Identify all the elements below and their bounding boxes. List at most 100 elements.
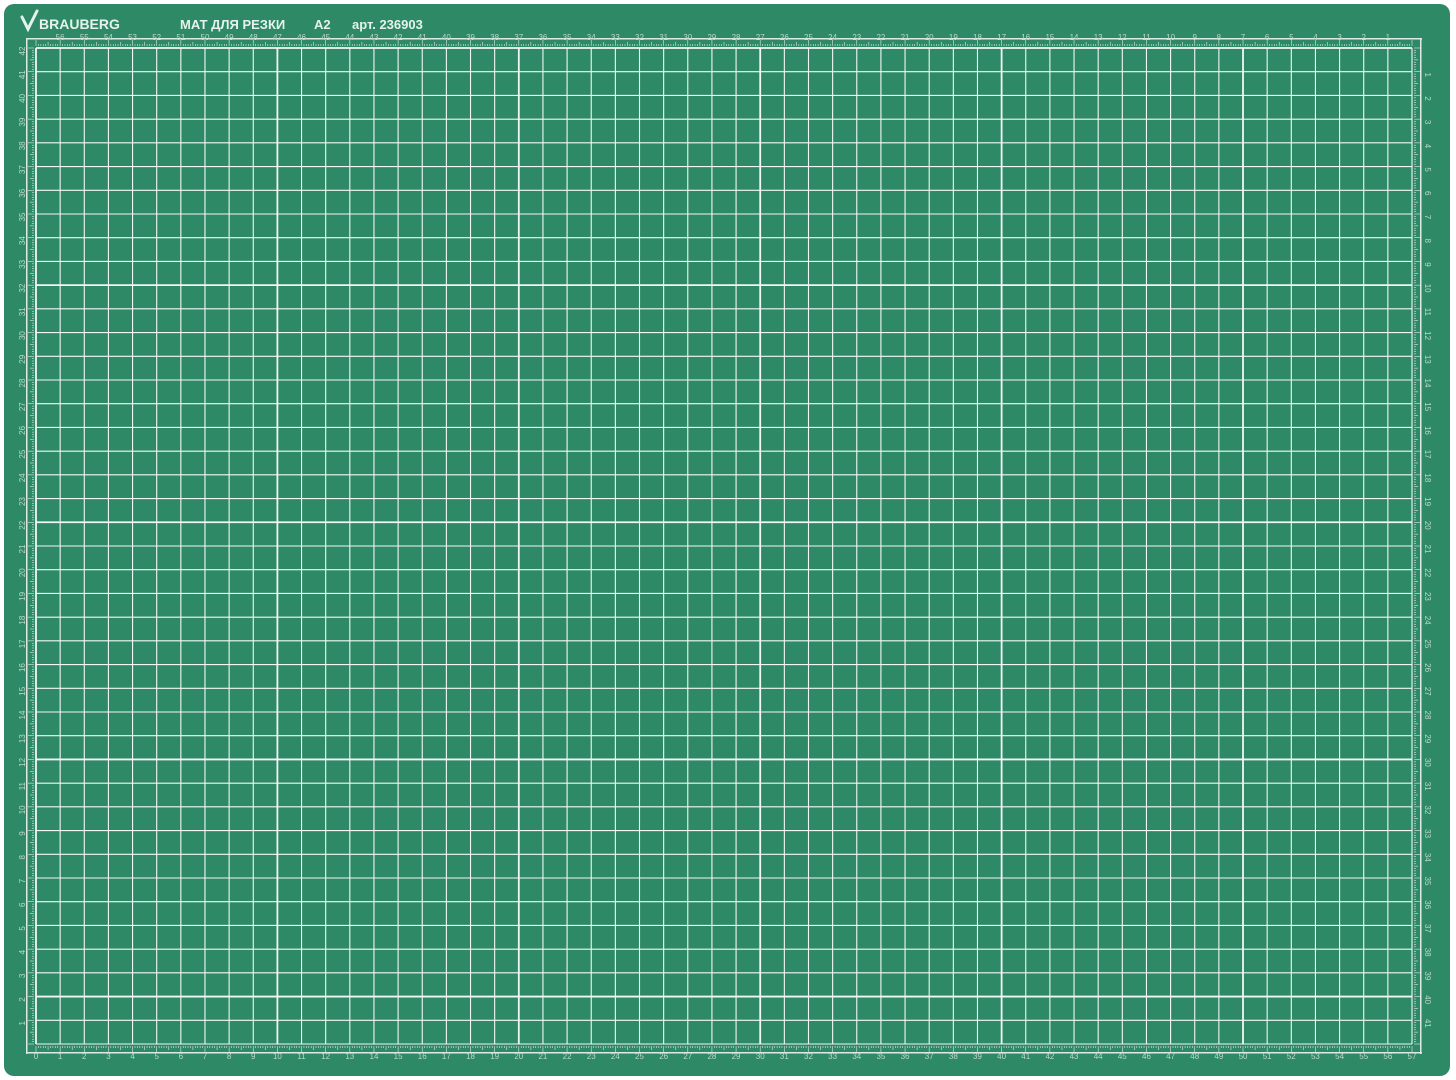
ruler-number-bottom: 52 bbox=[1287, 1052, 1296, 1061]
ruler-number-left: 37 bbox=[18, 165, 27, 174]
ruler-number-right: 7 bbox=[1423, 215, 1432, 220]
ruler-number-bottom: 48 bbox=[1190, 1052, 1199, 1061]
ruler-number-top: 13 bbox=[1094, 33, 1103, 42]
ruler-number-left: 4 bbox=[18, 949, 27, 954]
ruler-number-top: 30 bbox=[683, 33, 692, 42]
ruler-number-left: 10 bbox=[18, 805, 27, 814]
ruler-number-bottom: 36 bbox=[901, 1052, 910, 1061]
ruler-number-left: 21 bbox=[18, 544, 27, 553]
ruler-number-left: 24 bbox=[18, 473, 27, 482]
ruler-number-right: 1 bbox=[1423, 72, 1432, 77]
ruler-number-bottom: 21 bbox=[538, 1052, 547, 1061]
ruler-number-top: 21 bbox=[901, 33, 910, 42]
ruler-number-right: 18 bbox=[1423, 473, 1432, 482]
ruler-number-right: 40 bbox=[1423, 995, 1432, 1004]
ruler-number-bottom: 2 bbox=[82, 1052, 87, 1061]
ruler-number-top: 29 bbox=[707, 33, 716, 42]
ruler-number-left: 19 bbox=[18, 591, 27, 600]
ruler-number-bottom: 4 bbox=[130, 1052, 135, 1061]
ruler-number-top: 8 bbox=[1217, 33, 1222, 42]
ruler-number-bottom: 24 bbox=[611, 1052, 620, 1061]
ruler-number-left: 26 bbox=[18, 425, 27, 434]
ruler-number-bottom: 3 bbox=[106, 1052, 111, 1061]
ruler-number-right: 16 bbox=[1423, 426, 1432, 435]
ruler-number-bottom: 20 bbox=[514, 1052, 523, 1061]
ruler-number-left: 39 bbox=[18, 117, 27, 126]
ruler-number-left: 30 bbox=[18, 331, 27, 340]
ruler-number-left: 2 bbox=[18, 997, 27, 1002]
ruler-number-top: 36 bbox=[538, 33, 547, 42]
ruler-number-right: 31 bbox=[1423, 782, 1432, 791]
ruler-number-left: 25 bbox=[18, 449, 27, 458]
ruler-number-bottom: 11 bbox=[297, 1052, 306, 1061]
ruler-number-left: 14 bbox=[18, 710, 27, 719]
ruler-number-right: 21 bbox=[1423, 545, 1432, 554]
ruler-number-left: 9 bbox=[18, 831, 27, 836]
ruler-number-top: 2 bbox=[1361, 33, 1366, 42]
ruler-number-top: 24 bbox=[828, 33, 837, 42]
ruler-number-bottom: 41 bbox=[1021, 1052, 1030, 1061]
ruler-number-top: 48 bbox=[249, 33, 258, 42]
ruler-number-bottom: 5 bbox=[154, 1052, 159, 1061]
ruler-number-bottom: 0 bbox=[34, 1052, 39, 1061]
ruler-number-left: 16 bbox=[18, 663, 27, 672]
ruler-number-right: 4 bbox=[1423, 144, 1432, 149]
ruler-number-bottom: 49 bbox=[1214, 1052, 1223, 1061]
ruler-number-bottom: 57 bbox=[1408, 1052, 1417, 1061]
ruler-number-right: 30 bbox=[1423, 758, 1432, 767]
ruler-number-right: 23 bbox=[1423, 592, 1432, 601]
ruler-number-left: 18 bbox=[18, 615, 27, 624]
ruler-number-right: 10 bbox=[1423, 284, 1432, 293]
ruler-number-top: 54 bbox=[104, 33, 113, 42]
ruler-number-right: 15 bbox=[1423, 402, 1432, 411]
ruler-number-top: 53 bbox=[128, 33, 137, 42]
ruler-number-bottom: 14 bbox=[370, 1052, 379, 1061]
ruler-number-right: 6 bbox=[1423, 191, 1432, 196]
mat-body bbox=[4, 4, 1450, 1076]
ruler-number-right: 35 bbox=[1423, 877, 1432, 886]
ruler-number-left: 12 bbox=[18, 757, 27, 766]
ruler-number-top: 20 bbox=[925, 33, 934, 42]
ruler-number-top: 39 bbox=[466, 33, 475, 42]
ruler-number-top: 46 bbox=[297, 33, 306, 42]
ruler-number-bottom: 26 bbox=[659, 1052, 668, 1061]
ruler-number-right: 11 bbox=[1423, 308, 1432, 317]
ruler-number-top: 12 bbox=[1118, 33, 1127, 42]
ruler-number-right: 20 bbox=[1423, 521, 1432, 530]
ruler-number-top: 11 bbox=[1142, 33, 1151, 42]
ruler-number-left: 8 bbox=[18, 855, 27, 860]
ruler-number-right: 24 bbox=[1423, 616, 1432, 625]
ruler-number-right: 2 bbox=[1423, 96, 1432, 101]
ruler-number-left: 15 bbox=[18, 686, 27, 695]
ruler-number-bottom: 50 bbox=[1239, 1052, 1248, 1061]
ruler-number-right: 27 bbox=[1423, 687, 1432, 696]
ruler-number-bottom: 54 bbox=[1335, 1052, 1344, 1061]
ruler-number-bottom: 10 bbox=[273, 1052, 282, 1061]
ruler-number-top: 42 bbox=[394, 33, 403, 42]
ruler-number-left: 20 bbox=[18, 568, 27, 577]
ruler-number-bottom: 51 bbox=[1263, 1052, 1272, 1061]
ruler-number-bottom: 1 bbox=[58, 1052, 63, 1061]
product-name: МАТ ДЛЯ РЕЗКИ bbox=[180, 17, 285, 32]
ruler-number-right: 29 bbox=[1423, 734, 1432, 743]
cutting-mat: 56 55 54 53 52 51 50 49 48 47 46 45 44 43 42 41 40 39 38 37… bbox=[4, 4, 1450, 1076]
ruler-number-left: 36 bbox=[18, 188, 27, 197]
ruler-number-top: 23 bbox=[852, 33, 861, 42]
ruler-number-right: 17 bbox=[1423, 450, 1432, 459]
ruler-number-top: 27 bbox=[756, 33, 765, 42]
ruler-strip-top bbox=[26, 38, 1422, 40]
ruler-number-left: 6 bbox=[18, 902, 27, 907]
ruler-number-top: 41 bbox=[418, 33, 427, 42]
ruler-number-top: 7 bbox=[1241, 33, 1246, 42]
ruler-number-bottom: 44 bbox=[1094, 1052, 1103, 1061]
ruler-number-left: 27 bbox=[18, 402, 27, 411]
ruler-number-bottom: 45 bbox=[1118, 1052, 1127, 1061]
ruler-number-top: 44 bbox=[345, 33, 354, 42]
ruler-number-bottom: 15 bbox=[394, 1052, 403, 1061]
ruler-number-bottom: 40 bbox=[997, 1052, 1006, 1061]
ruler-number-bottom: 25 bbox=[635, 1052, 644, 1061]
ruler-number-bottom: 30 bbox=[756, 1052, 765, 1061]
ruler-number-left: 7 bbox=[18, 878, 27, 883]
ruler-number-top: 14 bbox=[1070, 33, 1079, 42]
ruler-number-right: 22 bbox=[1423, 568, 1432, 577]
